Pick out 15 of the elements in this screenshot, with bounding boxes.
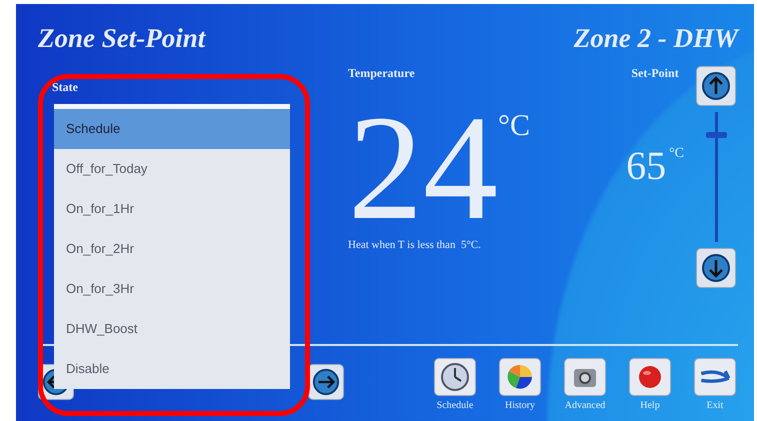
- nav-label: Advanced: [564, 400, 606, 411]
- setpoint-value: 65: [626, 146, 666, 186]
- nav-label: Schedule: [436, 400, 474, 411]
- setpoint-label: Set-Point: [631, 66, 679, 81]
- nav-label: History: [505, 400, 535, 411]
- nav-label: Exit: [706, 400, 724, 411]
- heat-note: Heat when T is less than 5°C.: [348, 239, 482, 251]
- state-label: State: [52, 80, 78, 95]
- temperature-label: Temperature: [348, 66, 416, 81]
- page-title: Zone Set-Point: [38, 22, 206, 54]
- temperature-unit: °C: [498, 109, 530, 143]
- temperature-value: 24: [348, 103, 498, 233]
- zone-title: Zone 2 - DHW: [574, 22, 738, 54]
- setpoint-unit: °C: [669, 146, 684, 162]
- nav-label: Help: [640, 400, 660, 411]
